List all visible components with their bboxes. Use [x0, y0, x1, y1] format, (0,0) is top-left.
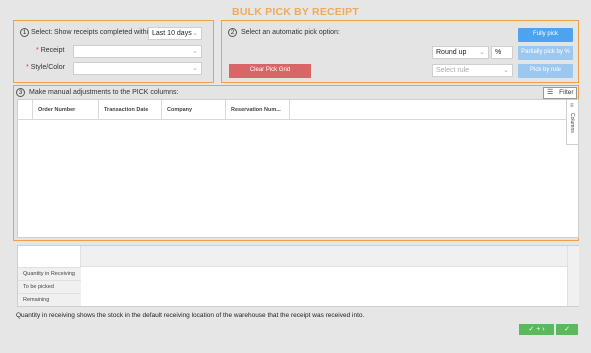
- partially-pick-button[interactable]: Partially pick by %: [518, 46, 573, 60]
- filter-label: Filter: [559, 89, 574, 96]
- column-order-number[interactable]: Order Number: [33, 100, 99, 120]
- chevron-down-icon: ⌄: [192, 48, 198, 55]
- summary-row-to-be-picked: To be picked: [18, 280, 81, 293]
- style-color-select[interactable]: ⌄: [73, 62, 202, 75]
- percent-input[interactable]: %: [491, 46, 513, 59]
- step2-label: Select an automatic pick option:: [241, 29, 340, 36]
- step1-number-icon: 1: [20, 28, 29, 37]
- save-button[interactable]: ✓: [556, 324, 578, 335]
- round-select-value: Round up: [436, 49, 467, 56]
- column-transaction-date[interactable]: Transaction Date: [99, 100, 162, 120]
- page-title: BULK PICK BY RECEIPT: [232, 6, 359, 18]
- summary-row-remaining: Remaining: [18, 293, 81, 306]
- summary-table: Quantity in Receiving To be picked Remai…: [17, 245, 579, 307]
- column-reservation-number[interactable]: Reservation Num...: [226, 100, 290, 120]
- rule-select[interactable]: Select rule ⌄: [432, 64, 513, 77]
- style-color-label: * Style/Color: [26, 64, 65, 71]
- columns-side-tab[interactable]: ≡ Columns: [566, 100, 578, 145]
- rule-select-placeholder: Select rule: [436, 67, 470, 74]
- save-and-next-button[interactable]: ✓ + ›: [519, 324, 554, 335]
- receipt-select[interactable]: ⌄: [73, 45, 202, 58]
- fully-pick-button[interactable]: Fully pick: [518, 28, 573, 42]
- period-select-value: Last 10 days: [152, 30, 192, 37]
- step2-number-icon: 2: [228, 28, 237, 37]
- clear-pick-grid-button[interactable]: Clear Pick Grid: [229, 64, 311, 78]
- step3-number-icon: 3: [16, 88, 25, 97]
- pick-by-rule-button[interactable]: Pick by rule: [518, 64, 573, 78]
- summary-scroll-column[interactable]: [567, 246, 579, 306]
- summary-header-row: [81, 246, 567, 267]
- period-select[interactable]: Last 10 days ⌄: [148, 27, 202, 40]
- pick-grid[interactable]: Order Number Transaction Date Company Re…: [17, 99, 579, 238]
- columns-icon: ≡: [570, 103, 574, 109]
- step1-select-label: Select:: [31, 29, 53, 36]
- chevron-down-icon: ⌄: [192, 65, 198, 72]
- chevron-down-icon: ⌄: [503, 67, 509, 74]
- chevron-down-icon: ⌄: [479, 49, 485, 56]
- chevron-down-icon: ⌄: [192, 30, 198, 37]
- percent-symbol: %: [495, 49, 502, 56]
- round-select[interactable]: Round up ⌄: [432, 46, 489, 59]
- filter-button[interactable]: ☰ Filter: [543, 87, 577, 99]
- grid-checkbox-column[interactable]: [18, 100, 33, 120]
- filter-icon: ☰: [547, 89, 554, 96]
- columns-tab-label: Columns: [569, 113, 575, 133]
- step3-label: Make manual adjustments to the PICK colu…: [29, 89, 179, 96]
- summary-header-corner: [18, 246, 81, 267]
- receipt-label: * Receipt: [36, 47, 65, 54]
- grid-header: Order Number Transaction Date Company Re…: [18, 100, 567, 120]
- summary-row-quantity-receiving: Quantity in Receiving: [18, 267, 81, 280]
- footer-note: Quantity in receiving shows the stock in…: [16, 312, 365, 319]
- column-company[interactable]: Company: [162, 100, 226, 120]
- show-receipts-label: Show receipts completed within: [54, 29, 153, 36]
